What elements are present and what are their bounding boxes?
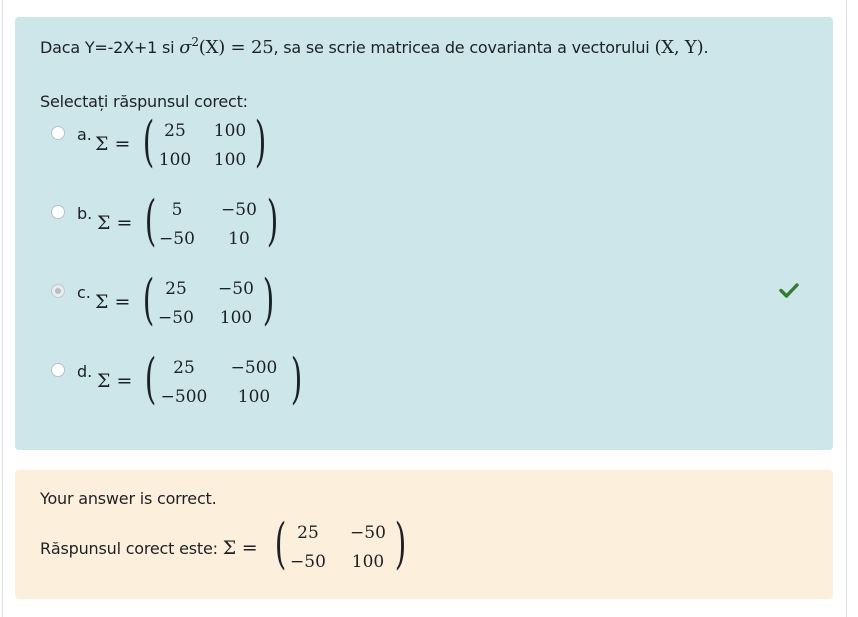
- page-border-right: [846, 0, 847, 617]
- option-d[interactable]: d. Σ = ( 25 −500 −500 100 ): [15, 348, 415, 424]
- matrix-cell: −50: [290, 552, 326, 572]
- option-d-radio[interactable]: [51, 363, 65, 377]
- option-a-radio[interactable]: [51, 126, 65, 140]
- feedback-panel: Your answer is correct. Răspunsul corect…: [15, 470, 833, 599]
- option-b-radio[interactable]: [51, 205, 65, 219]
- option-c-letter: c.: [77, 283, 91, 302]
- feedback-message: Your answer is correct.: [40, 489, 217, 508]
- matrix-cell: 100: [158, 150, 192, 170]
- matrix-cell: −50: [350, 523, 386, 543]
- option-a[interactable]: a. Σ = ( 25 100 100 100 ): [15, 111, 415, 187]
- matrix-cell: 100: [219, 308, 253, 328]
- matrix-cell: 100: [213, 150, 247, 170]
- right-answer-row: Răspunsul corect este: Σ =: [40, 537, 258, 559]
- option-b[interactable]: b. Σ = ( 5 −50 −50 10 ): [15, 190, 415, 266]
- right-answer-label: Răspunsul corect este:: [40, 539, 223, 558]
- vector-formula: (X, Y): [654, 37, 704, 58]
- matrix-cell: −500: [230, 358, 278, 378]
- matrix-cell: 25: [173, 358, 195, 378]
- right-paren: ): [254, 110, 267, 173]
- check-icon: [779, 283, 799, 298]
- answer-prompt: Selectați răspunsul corect:: [40, 92, 248, 111]
- right-paren: ): [394, 512, 407, 575]
- matrix-cell: 25: [165, 279, 187, 299]
- option-c-matrix: ( 25 −50 −50 100 ): [140, 269, 275, 335]
- option-d-letter: d.: [77, 362, 93, 381]
- page-border-left: [2, 0, 3, 617]
- matrix-cell: 25: [297, 523, 319, 543]
- right-paren: ): [266, 189, 279, 252]
- right-paren: ): [290, 347, 303, 410]
- question-middle: , sa se scrie matricea de covarianta a v…: [273, 38, 655, 57]
- option-c-sigma: Σ =: [95, 291, 131, 313]
- question-prefix: Daca Y=-2X+1 si: [40, 38, 180, 57]
- matrix-cell: −50: [159, 229, 195, 249]
- matrix-cell: −50: [221, 200, 257, 220]
- right-answer-sigma: Σ =: [222, 537, 258, 559]
- option-c[interactable]: c. Σ = ( 25 −50 −50 100 ): [15, 269, 415, 345]
- option-b-matrix: ( 5 −50 −50 10 ): [142, 190, 279, 256]
- variance-formula: σ2(X) = 25: [179, 35, 274, 58]
- right-paren: ): [262, 268, 275, 331]
- matrix-cell: 100: [351, 552, 385, 572]
- matrix-cell: 100: [213, 121, 247, 141]
- option-d-sigma: Σ =: [97, 370, 133, 392]
- option-a-letter: a.: [77, 125, 92, 144]
- option-a-sigma: Σ =: [95, 133, 131, 155]
- matrix-cell: −50: [158, 308, 194, 328]
- matrix-cell: 10: [228, 229, 250, 249]
- matrix-cell: −50: [218, 279, 254, 299]
- question-panel: Daca Y=-2X+1 si σ2(X) = 25, sa se scrie …: [15, 17, 833, 450]
- matrix-cell: −500: [160, 387, 208, 407]
- matrix-cell: 5: [171, 200, 183, 220]
- option-b-sigma: Σ =: [97, 212, 133, 234]
- matrix-cell: 25: [164, 121, 186, 141]
- question-text: Daca Y=-2X+1 si σ2(X) = 25, sa se scrie …: [40, 35, 709, 58]
- option-a-matrix: ( 25 100 100 100 ): [140, 111, 267, 177]
- option-c-radio[interactable]: [51, 284, 65, 298]
- right-answer-matrix: ( 25 −50 −50 100 ): [272, 513, 407, 579]
- option-d-matrix: ( 25 −500 −500 100 ): [142, 348, 303, 414]
- matrix-cell: 100: [237, 387, 271, 407]
- option-b-letter: b.: [77, 204, 93, 223]
